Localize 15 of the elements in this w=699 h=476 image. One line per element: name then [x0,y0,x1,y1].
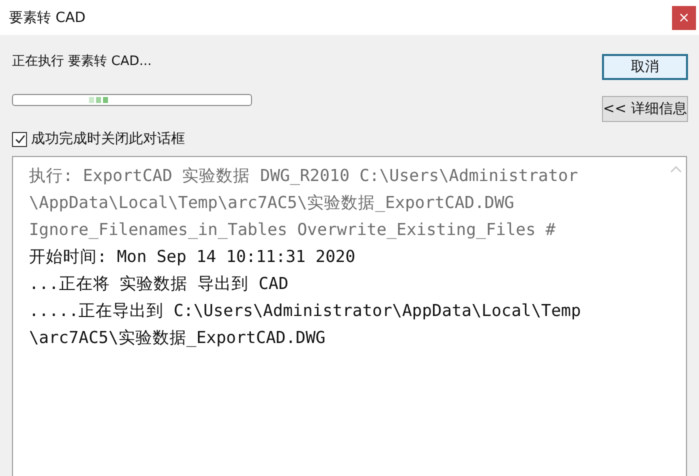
status-text: 正在执行 要素转 CAD... [12,53,153,70]
log-line: .....正在导出到 C:\Users\Administrator\AppData\Local\Temp [29,300,582,322]
log-line: ...正在将 实验数据 导出到 CAD [29,273,290,295]
checkbox-label[interactable]: 成功完成时关闭此对话框 [31,130,185,148]
log-line: 开始时间: Mon Sep 14 10:11:31 2020 [29,246,356,268]
checkmark-icon [14,133,26,145]
details-button[interactable]: << 详细信息 [602,96,688,122]
log-line: 执行: ExportCAD 实验数据 DWG_R2010 C:\Users\Administrator [29,165,580,187]
cancel-button[interactable]: 取消 [602,54,688,80]
checkbox[interactable] [12,132,27,146]
log-line: \arc7AC5\实验数据_ExportCAD.DWG [29,327,326,349]
close-button[interactable]: × [672,6,696,30]
log-line: Ignore_Filenames_in_Tables Overwrite_Existing_Files # [29,219,556,241]
window-title: 要素转 CAD [9,8,86,26]
log-line: \AppData\Local\Temp\arc7AC5\实验数据_ExportCAD.DWG [29,192,516,214]
